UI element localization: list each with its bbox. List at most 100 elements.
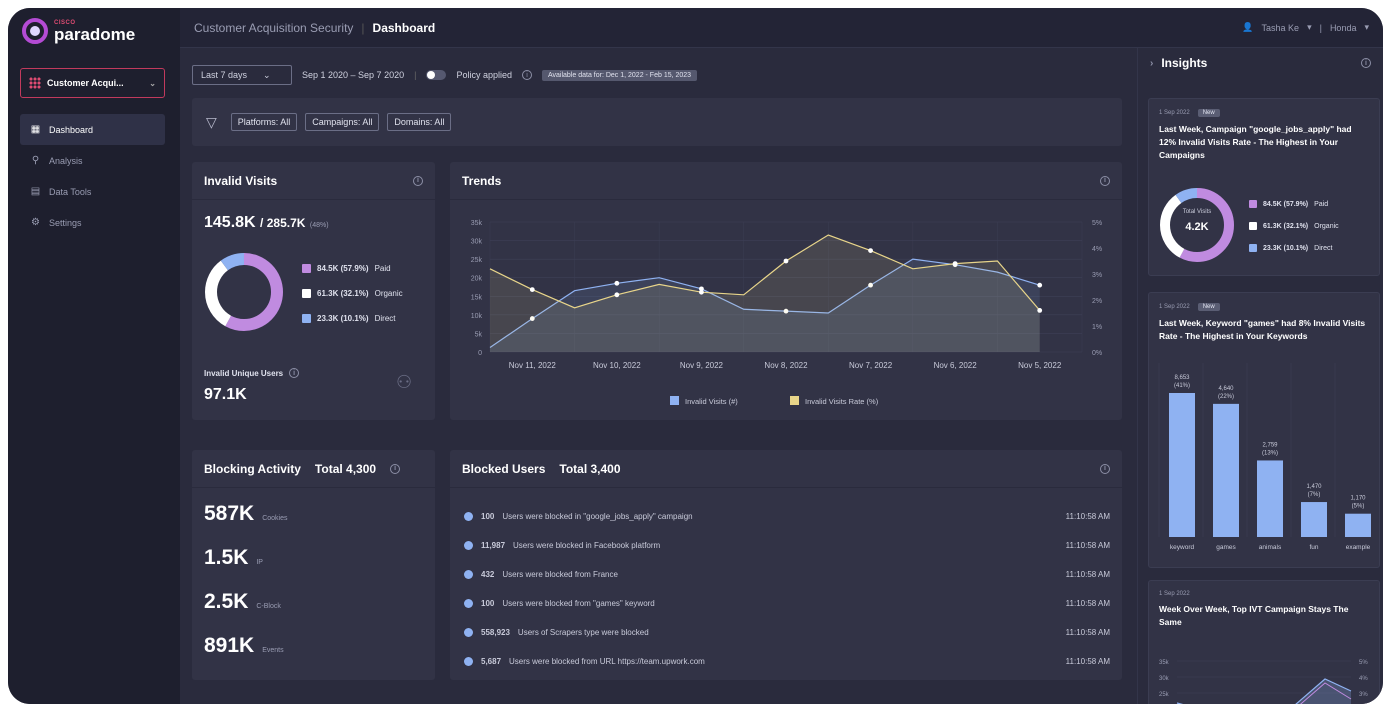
y-left-tick-label: 10k [471,313,483,320]
invalid-percent: (48%) [309,222,329,229]
info-icon[interactable]: i [390,463,401,474]
y-left-tick-label: 25k [1159,692,1170,698]
list-item[interactable]: 11,987 Users were blocked in Facebook pl… [464,531,1110,560]
y-left-tick-label: 15k [471,294,483,301]
list-item[interactable]: 558,923 Users of Scrapers type were bloc… [464,618,1110,647]
total-visits: / 285.7K [260,216,306,230]
y-right-tick-label: 5% [1092,220,1102,227]
status-dot-icon [464,599,473,608]
row-count: 11,987 [481,541,506,550]
legend-value: 84.5K (57.9%) [317,264,369,273]
data-point [1037,308,1043,313]
status-dot-icon [464,570,473,579]
app-window: CISCO paradome Customer Acqui... ⌄ ▦ Das… [8,8,1383,704]
legend-label: Invalid Visits Rate (%) [805,397,879,406]
legend-swatch [302,289,311,298]
legend-swatch [1249,200,1257,208]
data-point [529,287,535,292]
date-filters: Last 7 days ⌄ Sep 1 2020 – Sep 7 2020 | … [192,64,1132,86]
data-point [868,248,873,253]
data-point [614,280,620,286]
row-time: 11:10:58 AM [1065,570,1110,579]
row-count: 558,923 [481,628,510,637]
domains-filter[interactable]: Domains: All [387,113,452,131]
breadcrumb-section[interactable]: Customer Acquisition Security [194,21,353,35]
row-text: Users were blocked from "games" keyword [502,599,655,608]
sidebar-item-settings[interactable]: ⚙ Settings [20,207,165,238]
list-item[interactable]: 100 Users were blocked in "google_jobs_a… [464,502,1110,531]
info-icon[interactable]: i [521,70,532,80]
unique-users-label: Invalid Unique Users [204,368,284,378]
x-tick-label: Nov 9, 2022 [680,361,724,370]
sidebar: CISCO paradome Customer Acqui... ⌄ ▦ Das… [8,8,180,704]
org-menu[interactable]: Honda [1330,23,1357,33]
policy-toggle[interactable] [426,70,447,80]
row-time: 11:10:58 AM [1065,541,1110,550]
available-data-badge: Available data for: Dec 1, 2022 - Feb 15… [541,69,698,81]
chevron-down-icon: ▾ [1307,22,1312,32]
insight-text: Last Week, Keyword "games" had 8% Invali… [1159,318,1366,341]
list-item[interactable]: 5,687 Users were blocked from URL https:… [464,647,1110,676]
invalid-visits-legend: 84.5K (57.9%) Paid 61.3K (32.1%) Organic… [302,256,403,331]
date-range-select[interactable]: Last 7 days ⌄ [192,65,292,85]
insight-card[interactable]: 1 Sep 2022 Week Over Week, Top IVT Campa… [1148,580,1380,704]
filter-icon[interactable]: ▽ [206,114,217,131]
bar [1169,393,1195,537]
stat-label: Cookies [262,515,288,522]
dashboard-icon: ▦ [30,124,41,135]
unique-users-value: 97.1K [204,386,247,403]
bar-pct-label: (41%) [1174,383,1190,389]
bar [1213,403,1239,537]
invalid-visits-value: 145.8K / 285.7K (48%) [204,214,329,232]
info-icon[interactable]: i [413,175,423,186]
status-dot-icon [464,541,473,550]
sidebar-item-data-tools[interactable]: ▤ Data Tools [20,176,165,207]
row-count: 5,687 [481,657,502,666]
insight-card[interactable]: 1 Sep 2022 New Last Week, Keyword "games… [1148,292,1380,568]
grid-icon [29,77,41,89]
legend-swatch [670,396,679,405]
info-icon[interactable]: i [1100,175,1110,186]
legend-label: Organic [374,289,403,298]
data-tools-icon: ▤ [30,186,41,197]
stat-value: 2.5K [204,590,249,613]
donut-center-label: Total Visits [1182,209,1212,215]
user-menu[interactable]: Tasha Ke [1262,23,1300,33]
stat-label: Events [262,647,284,654]
new-badge: New [1197,109,1220,117]
sidebar-item-dashboard[interactable]: ▦ Dashboard [20,114,165,145]
keyword-bar-chart: 8,653 (41%) keyword 4,640 (22%) games 2,759 (13… [1158,363,1371,551]
bar-category-label: games [1216,544,1236,551]
y-right-tick-label: 5% [1359,660,1368,666]
sidebar-nav: ▦ Dashboard ⚲ Analysis ▤ Data Tools ⚙ Se… [20,114,165,238]
row-time: 11:10:58 AM [1065,628,1110,637]
legend-label: Organic [1314,222,1339,230]
blocking-activity-card: Blocking Activity Total 4,300 i 587K Coo… [192,450,435,680]
bar-pct-label: (5%) [1352,504,1365,510]
date-range-select-value: Last 7 days [201,70,248,80]
top-bar: Customer Acquisition Security | Dashboar… [180,8,1383,48]
y-left-tick-label: 30k [1159,676,1170,682]
breadcrumb-separator: | [361,20,365,35]
blocking-stat-cookies: 587K Cookies [204,502,288,526]
trends-card: Trends i 35k 30k 25k 20k 15k 10k 5k 0 5% 4% 3% 2% 1%… [450,162,1122,420]
insight-card[interactable]: 1 Sep 2022 New Last Week, Campaign "goog… [1148,98,1380,276]
paradome-logo-icon [22,18,48,44]
info-icon[interactable]: i [289,368,300,378]
collapse-icon[interactable]: › [1150,58,1153,69]
list-item[interactable]: 100 Users were blocked from "games" keyw… [464,589,1110,618]
insight-date: 1 Sep 2022 [1159,591,1190,597]
chevron-down-icon: ▾ [1364,22,1369,32]
chevron-down-icon: ⌄ [149,78,156,88]
campaigns-filter[interactable]: Campaigns: All [305,113,380,131]
status-dot-icon [464,628,473,637]
logo[interactable]: CISCO paradome [22,18,135,44]
account-selector[interactable]: Customer Acqui... ⌄ [20,68,165,98]
list-item[interactable]: 432 Users were blocked from France 11:10… [464,560,1110,589]
info-icon[interactable]: i [1361,58,1371,68]
x-tick-label: Nov 6, 2022 [934,361,978,370]
platforms-filter[interactable]: Platforms: All [230,113,298,131]
info-icon[interactable]: i [1100,463,1110,474]
sidebar-item-analysis[interactable]: ⚲ Analysis [20,145,165,176]
y-right-tick-label: 2% [1092,298,1102,305]
